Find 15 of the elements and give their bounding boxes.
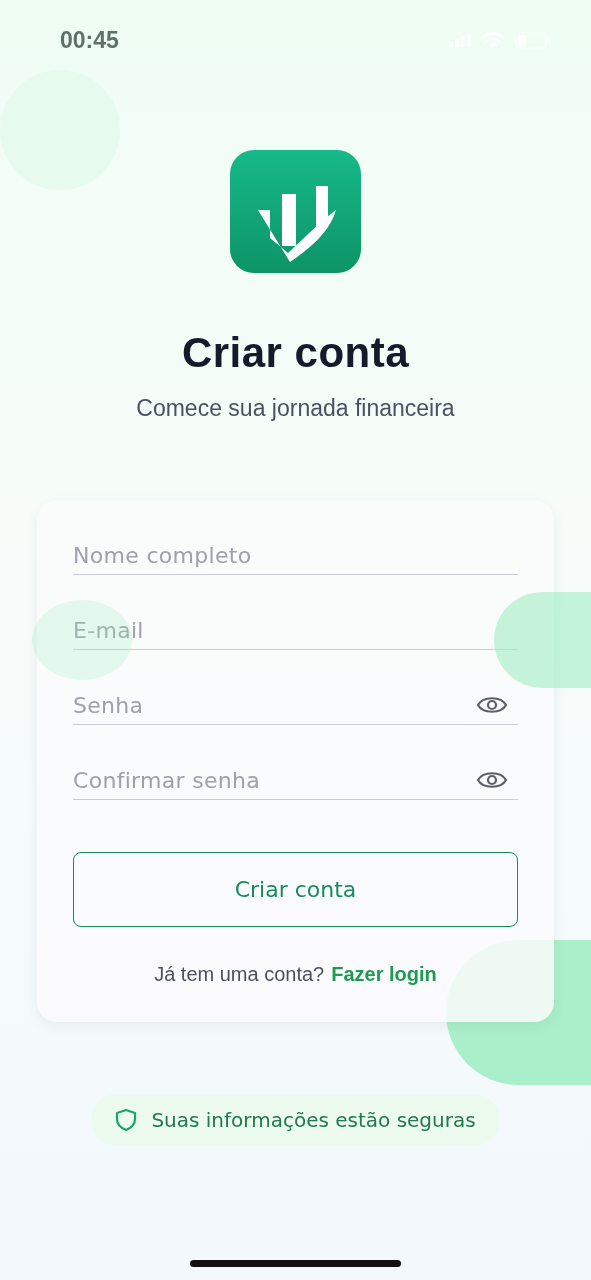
login-link[interactable]: Fazer login (331, 963, 437, 986)
page-title: Criar conta (181, 329, 410, 377)
input-field[interactable]: Nome completo (73, 542, 518, 568)
eye-icon[interactable] (476, 694, 508, 716)
shield-icon (115, 1108, 138, 1132)
login-prompt: Já tem uma conta? (154, 963, 325, 986)
eye-icon[interactable] (476, 769, 508, 791)
create-account-button[interactable]: Criar conta (73, 852, 518, 927)
subtitle: Comece sua jornada financeira (136, 395, 455, 422)
status-time: 00:45 (60, 26, 119, 54)
input-field[interactable]: Confirmar senha (73, 767, 476, 793)
logo-icon (230, 150, 361, 273)
security-text: Suas informações estão seguras (151, 1108, 476, 1132)
input-field[interactable]: E-mail (73, 617, 518, 643)
input-field[interactable]: Senha (73, 692, 476, 718)
